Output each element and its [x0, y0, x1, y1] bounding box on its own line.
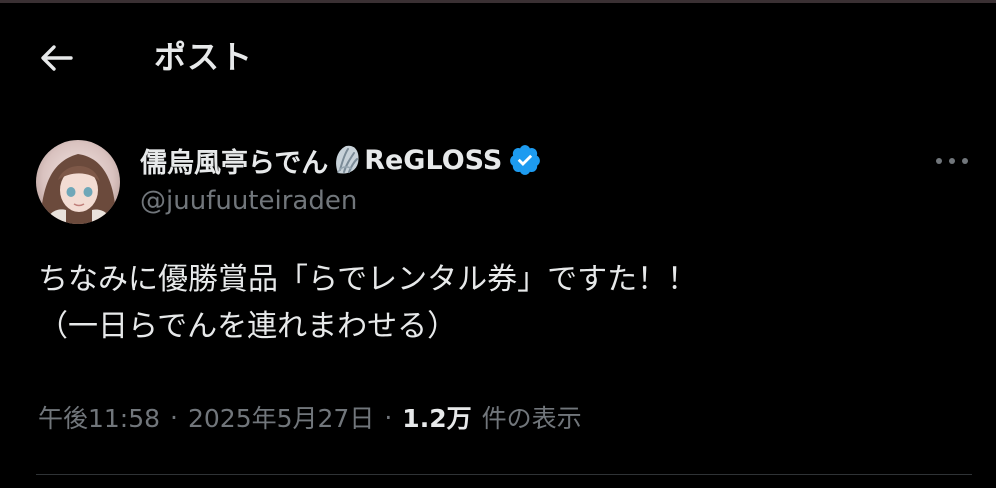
meta-separator: · — [170, 402, 178, 432]
post-text-line: ちなみに優勝賞品「らでレンタル券」ですた！！ — [38, 262, 698, 297]
post-meta: 午後11:58 · 2025年5月27日 · 1.2万 件の表示 — [38, 398, 582, 436]
arrow-left-icon — [41, 45, 73, 71]
more-options-button[interactable] — [930, 146, 974, 176]
views-label[interactable]: 件の表示 — [482, 399, 582, 435]
meta-separator: · — [384, 402, 393, 432]
post-text-line: （一日らでんを連れまわせる） — [38, 309, 458, 344]
back-button[interactable] — [30, 35, 82, 81]
post-time[interactable]: 午後11:58 — [38, 399, 160, 435]
author-affiliation: ReGLOSS — [364, 144, 503, 176]
author-handle[interactable]: @juufuuteiraden — [140, 186, 357, 216]
post-text: ちなみに優勝賞品「らでレンタル券」ですた！！ （一日らでんを連れまわせる） — [38, 256, 968, 350]
avatar-image — [36, 140, 120, 224]
shell-icon — [336, 145, 359, 174]
author-avatar[interactable] — [36, 140, 120, 224]
author-name-row: 儒烏風亭らでん ReGLOSS — [140, 140, 542, 180]
views-count[interactable]: 1.2万 — [402, 399, 471, 435]
page-header: ポスト — [0, 3, 996, 109]
post-date[interactable]: 2025年5月27日 — [188, 399, 374, 435]
divider — [36, 474, 972, 475]
page-title: ポスト — [154, 38, 254, 76]
author-display-name[interactable]: 儒烏風亭らでん — [140, 141, 328, 180]
more-dots-icon — [936, 158, 968, 164]
verified-badge-icon — [510, 145, 541, 175]
